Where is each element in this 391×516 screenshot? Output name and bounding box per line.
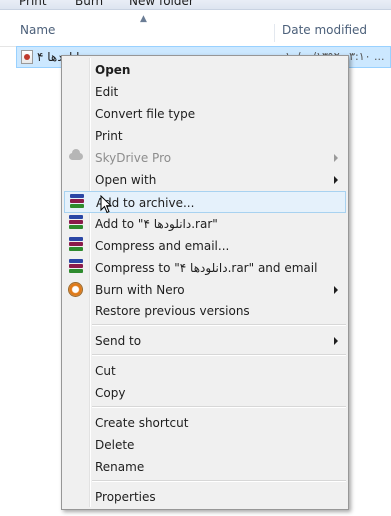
- burn-toolbar-button[interactable]: Burn: [75, 0, 103, 8]
- menu-item-create-shortcut[interactable]: Create shortcut: [64, 412, 346, 434]
- menu-item-print[interactable]: Print: [64, 125, 346, 147]
- menu-label: Send to: [95, 334, 142, 348]
- new-folder-button[interactable]: New folder: [129, 0, 194, 8]
- sort-up-icon: ▲: [140, 14, 147, 24]
- menu-label: Burn with Nero: [95, 283, 185, 297]
- menu-item-send-to[interactable]: Send to: [64, 330, 346, 352]
- submenu-arrow-icon: [334, 176, 338, 184]
- menu-item-compress-to-rar-and-email[interactable]: Compress to "دانلودها ۴.rar" and email: [64, 257, 346, 279]
- menu-item-open[interactable]: Open: [64, 59, 346, 81]
- column-header: ▲ Name Date modified: [0, 10, 391, 47]
- winrar-icon: [69, 215, 83, 230]
- menu-label: Edit: [95, 85, 119, 99]
- cloud-icon: [69, 149, 83, 160]
- winrar-icon: [69, 259, 83, 274]
- winrar-icon: [70, 194, 84, 209]
- print-toolbar-button[interactable]: Print: [19, 0, 47, 8]
- menu-separator: [92, 406, 346, 408]
- submenu-arrow-icon: [334, 154, 338, 162]
- menu-item-delete[interactable]: Delete: [64, 434, 346, 456]
- menu-separator: [92, 480, 346, 482]
- menu-item-edit[interactable]: Edit: [64, 81, 346, 103]
- menu-label: Convert file type: [95, 107, 196, 121]
- menu-separator: [92, 354, 346, 356]
- menu-item-copy[interactable]: Copy: [64, 382, 346, 404]
- submenu-arrow-icon: [334, 337, 338, 345]
- mouse-pointer-icon: [100, 195, 112, 214]
- menu-item-add-to-rar[interactable]: Add to "دانلودها ۴.rar": [64, 213, 346, 235]
- menu-item-compress-and-email[interactable]: Compress and email...: [64, 235, 346, 257]
- menu-label: Add to "دانلودها ۴.rar": [95, 217, 218, 231]
- winrar-icon: [69, 237, 83, 252]
- file-icon: [21, 50, 33, 64]
- menu-label: Copy: [95, 386, 126, 400]
- nero-disc-icon: [68, 282, 83, 297]
- menu-label: Compress and email...: [95, 239, 230, 253]
- menu-label: Open: [95, 63, 131, 77]
- menu-label: Open with: [95, 173, 157, 187]
- menu-label: Create shortcut: [95, 416, 189, 430]
- menu-item-rename[interactable]: Rename: [64, 456, 346, 478]
- context-menu: Open Edit Convert file type Print SkyDri…: [61, 55, 349, 510]
- menu-item-burn-with-nero[interactable]: Burn with Nero: [64, 279, 346, 301]
- menu-label: Delete: [95, 438, 135, 452]
- menu-label: Rename: [95, 460, 145, 474]
- menu-separator: [92, 324, 346, 326]
- column-divider[interactable]: [274, 24, 275, 42]
- menu-label: Properties: [95, 490, 156, 504]
- submenu-arrow-icon: [334, 286, 338, 294]
- menu-item-properties[interactable]: Properties: [64, 486, 346, 508]
- menu-item-restore-previous-versions[interactable]: Restore previous versions: [64, 300, 346, 322]
- menu-item-cut[interactable]: Cut: [64, 360, 346, 382]
- menu-label: SkyDrive Pro: [95, 151, 172, 165]
- menu-label: Print: [95, 129, 123, 143]
- menu-label: Restore previous versions: [95, 304, 250, 318]
- toolbar: Print Burn New folder: [0, 0, 391, 10]
- menu-item-convert-file-type[interactable]: Convert file type: [64, 103, 346, 125]
- menu-item-open-with[interactable]: Open with: [64, 169, 346, 191]
- menu-item-skydrive-pro[interactable]: SkyDrive Pro: [64, 147, 346, 169]
- menu-label: Cut: [95, 364, 116, 378]
- column-name[interactable]: Name: [20, 23, 55, 37]
- column-date-modified[interactable]: Date modified: [282, 23, 367, 37]
- menu-label: Compress to "دانلودها ۴.rar" and email: [95, 261, 318, 275]
